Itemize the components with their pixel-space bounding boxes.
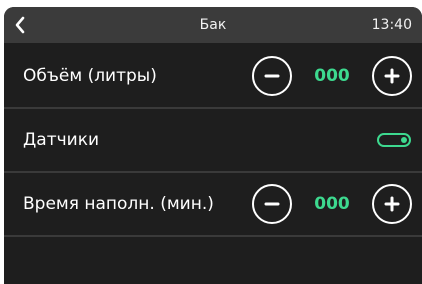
volume-increase-button[interactable] [372,56,412,96]
volume-value: 000 [314,66,350,86]
header-bar: Бак 13:40 [4,7,422,43]
page-title: Бак [199,17,227,33]
fill-time-stepper: 000 [252,184,412,224]
fill-time-label: Время наполн. (мин.) [23,194,214,214]
volume-decrease-button[interactable] [252,56,292,96]
fill-time-decrease-button[interactable] [252,184,292,224]
toggle-knob [401,137,407,143]
clock: 13:40 [371,17,412,33]
sensors-toggle[interactable] [377,133,411,147]
volume-label: Объём (литры) [23,66,157,86]
empty-row [4,237,422,284]
sensors-row: Датчики [4,109,422,173]
minus-icon [264,202,280,206]
sensors-label: Датчики [23,130,100,150]
fill-time-row: Время наполн. (мин.) 000 [4,173,422,237]
volume-row: Объём (литры) 000 [4,45,422,109]
plus-icon [384,68,400,84]
tank-settings-screen: Бак 13:40 Объём (литры) 000 Датчики Врем… [4,7,422,284]
volume-stepper: 000 [252,56,412,96]
fill-time-value: 000 [314,194,350,214]
minus-icon [264,74,280,78]
fill-time-increase-button[interactable] [372,184,412,224]
plus-icon [384,196,400,212]
